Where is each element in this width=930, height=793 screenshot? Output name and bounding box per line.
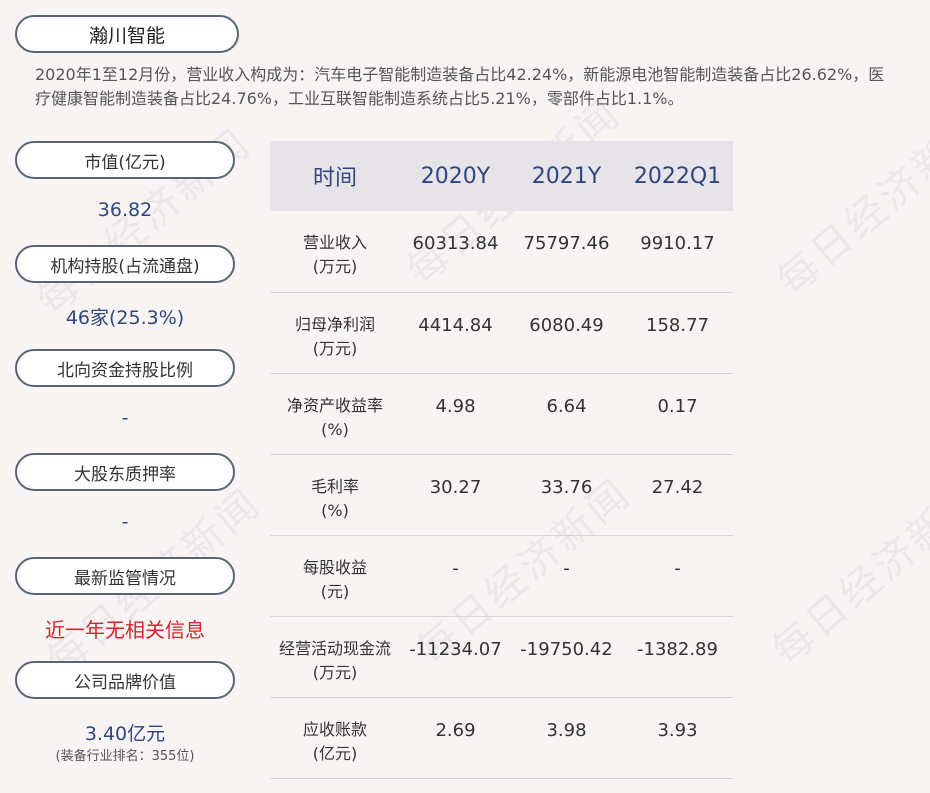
metric-unit: (万元): [312, 338, 358, 358]
column-header: 2020Y: [400, 141, 511, 211]
table-row: 归母净利润 (万元) 4414.84 6080.49 158.77: [270, 292, 733, 374]
table-cell: 0.17: [622, 373, 733, 455]
table-cell: 4.98: [400, 373, 511, 455]
table-cell: -19750.42: [511, 616, 622, 698]
market-cap-label: 市值(亿元): [15, 141, 235, 179]
table-cell: 60313.84: [400, 211, 511, 293]
table-row: 营业收入 (万元) 60313.84 75797.46 9910.17: [270, 211, 733, 293]
row-label: 营业收入 (万元): [270, 211, 400, 293]
table-row: 毛利率 (%) 30.27 33.76 27.42: [270, 454, 733, 536]
table-cell: -: [622, 535, 733, 617]
metric-unit: (元): [320, 581, 350, 601]
column-header: 2022Q1: [622, 141, 733, 211]
regulatory-status-value: 近一年无相关信息: [45, 618, 205, 642]
metric-name: 应收账款: [302, 719, 367, 739]
metric-unit: (亿元): [312, 743, 358, 763]
table-cell: 158.77: [622, 292, 733, 374]
row-label: 经营活动现金流 (万元): [270, 616, 400, 698]
pledge-ratio-label: 大股东质押率: [15, 453, 235, 491]
table-cell: 4414.84: [400, 292, 511, 374]
table-header-row: 时间 2020Y 2021Y 2022Q1: [270, 141, 733, 211]
table-cell: 3.93: [622, 697, 733, 779]
table-cell: -: [511, 535, 622, 617]
metric-name: 营业收入: [302, 233, 367, 252]
table-row: 净资产收益率 (%) 4.98 6.64 0.17: [270, 373, 733, 455]
table-cell: 30.27: [400, 454, 511, 536]
institutional-holdings-value: 46家(25.3%): [65, 307, 185, 329]
table-cell: 75797.46: [511, 211, 622, 293]
northbound-holdings-label: 北向资金持股比例: [15, 349, 235, 387]
column-header: 时间: [270, 141, 400, 211]
metric-name: 每股收益: [302, 557, 367, 577]
table-cell: 2.69: [400, 697, 511, 779]
pledge-ratio-value: -: [121, 511, 129, 533]
table-cell: 6080.49: [511, 292, 622, 374]
table-cell: 6.64: [511, 373, 622, 455]
company-name: 瀚川智能: [15, 15, 239, 53]
brand-value-rank-note: (装备行业排名：355位): [55, 749, 195, 764]
metric-unit: (%): [321, 419, 349, 439]
brand-value-label: 公司品牌价值: [15, 661, 235, 699]
regulatory-status-label: 最新监管情况: [15, 557, 235, 595]
table-row: 应收账款 (亿元) 2.69 3.98 3.93: [270, 697, 733, 779]
revenue-composition-summary: 2020年1至12月份，营业收入构成为：汽车电子智能制造装备占比42.24%，新…: [35, 65, 885, 108]
financial-table: 时间 2020Y 2021Y 2022Q1 营业收入 (万元) 60313.84 …: [270, 141, 733, 779]
market-cap-value: 36.82: [97, 199, 153, 221]
table-cell: -: [400, 535, 511, 617]
column-header: 2021Y: [511, 141, 622, 211]
row-label: 毛利率 (%): [270, 454, 400, 536]
brand-value-value: 3.40亿元: [84, 723, 166, 745]
row-label: 应收账款 (亿元): [270, 697, 400, 779]
table-cell: 3.98: [511, 697, 622, 779]
metric-name: 经营活动现金流: [278, 638, 391, 658]
row-label: 净资产收益率 (%): [270, 373, 400, 455]
table-cell: 27.42: [622, 454, 733, 536]
metric-unit: (%): [321, 500, 349, 520]
row-label: 每股收益 (元): [270, 535, 400, 617]
metric-unit: (万元): [312, 257, 358, 276]
table-cell: 9910.17: [622, 211, 733, 293]
watermark: 每日经济新闻: [768, 99, 930, 305]
northbound-holdings-value: -: [121, 407, 129, 429]
institutional-holdings-label: 机构持股(占流通盘): [15, 245, 235, 283]
table-cell: -11234.07: [400, 616, 511, 698]
table-row: 经营活动现金流 (万元) -11234.07 -19750.42 -1382.89: [270, 616, 733, 698]
watermark: 每日经济新闻: [763, 469, 930, 675]
table-row: 每股收益 (元) - - -: [270, 535, 733, 617]
metric-unit: (万元): [312, 662, 358, 682]
metric-name: 归母净利润: [294, 314, 375, 334]
metric-name: 毛利率: [310, 476, 359, 496]
table-cell: 33.76: [511, 454, 622, 536]
row-label: 归母净利润 (万元): [270, 292, 400, 374]
metric-name: 净资产收益率: [286, 395, 383, 415]
table-cell: -1382.89: [622, 616, 733, 698]
